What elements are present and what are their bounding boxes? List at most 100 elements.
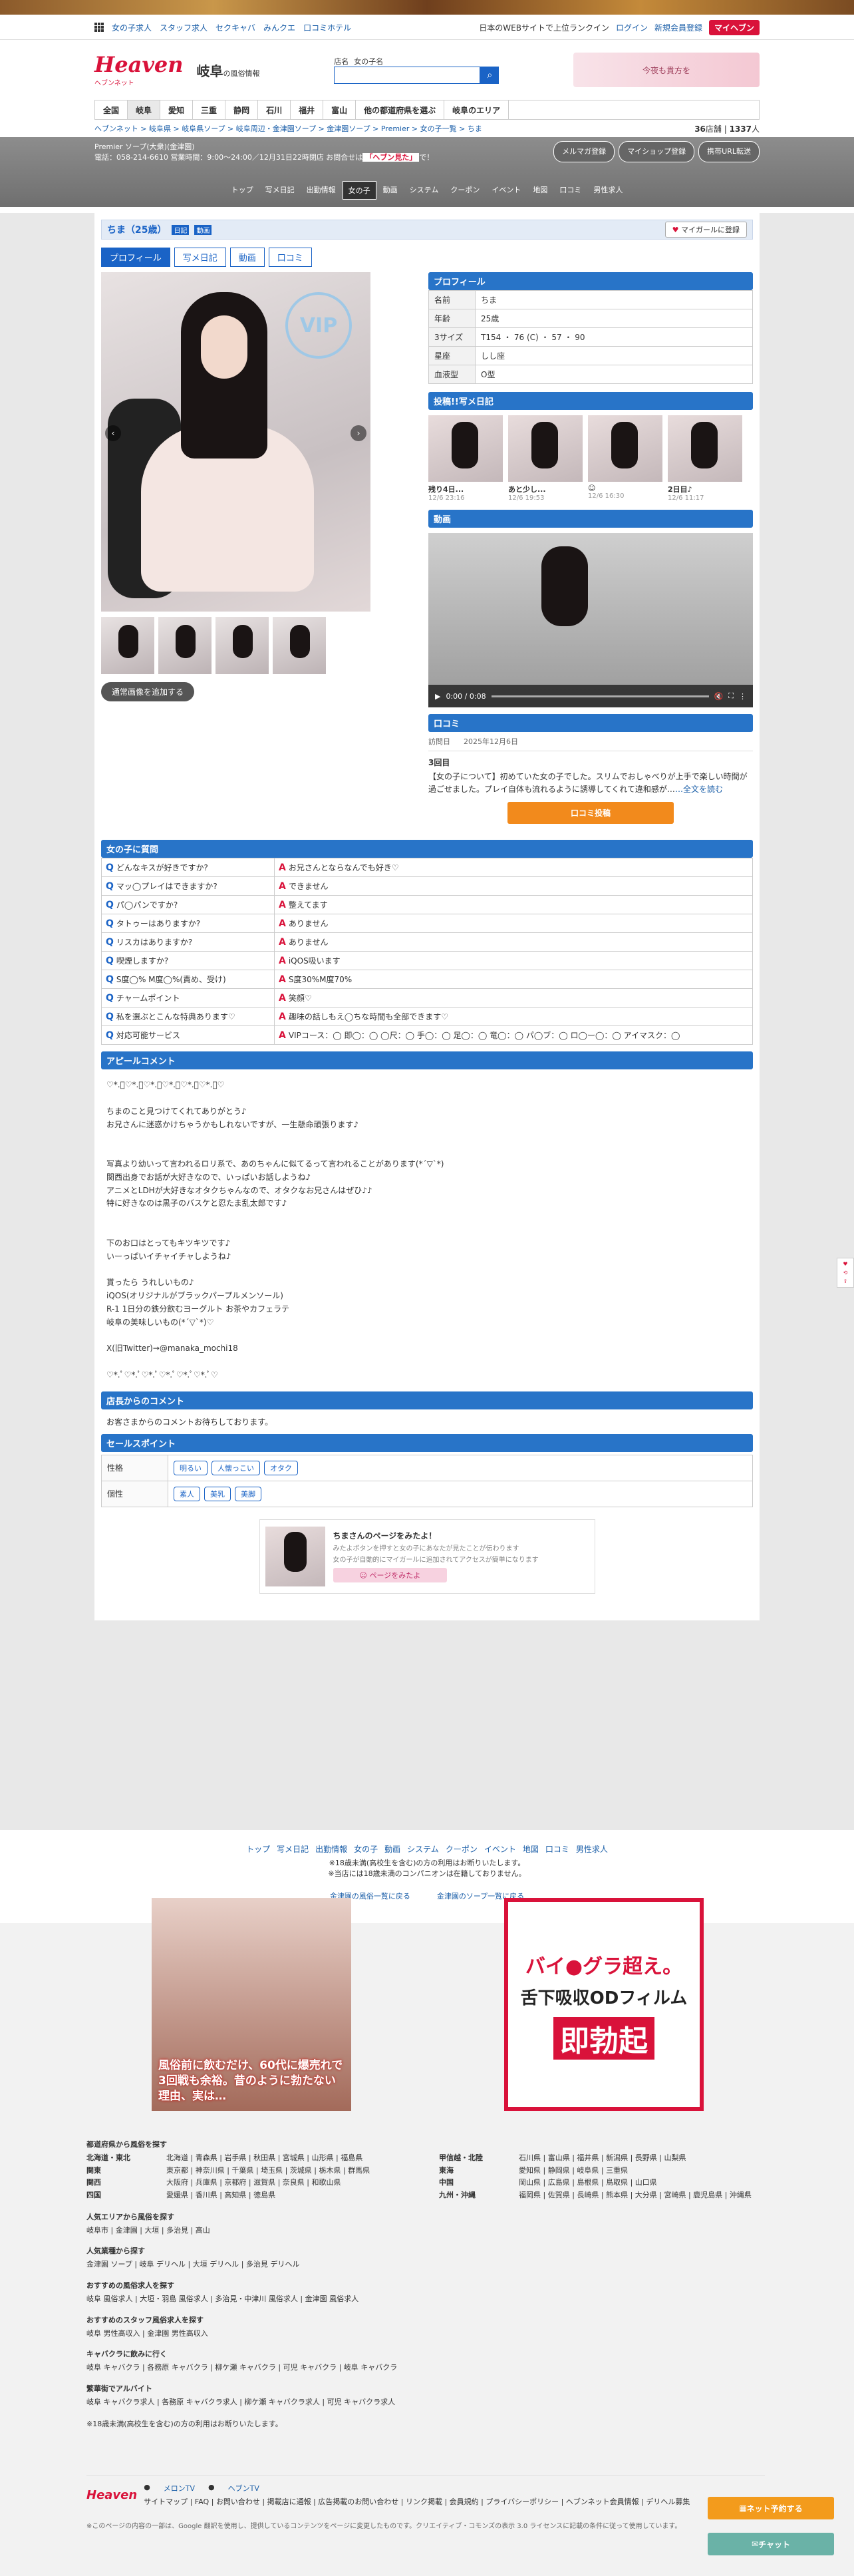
diary-item[interactable]: 残り4日... 12/6 23:16	[428, 415, 503, 502]
pref-tab[interactable]: 岐阜のエリア	[444, 100, 509, 119]
shop-nav-tab[interactable]: 口コミ	[554, 181, 587, 200]
region-links[interactable]: 石川県 | 富山県 | 福井県 | 新潟県 | 長野県 | 山梨県	[519, 2152, 686, 2165]
pref-tab[interactable]: 石川	[258, 100, 291, 119]
pref-tab[interactable]: 愛知	[160, 100, 194, 119]
footer-link[interactable]: クーポン	[446, 1843, 478, 1855]
topbar-link[interactable]: 女の子求人	[112, 22, 152, 33]
footer-link[interactable]: 男性求人	[576, 1843, 608, 1855]
header-ad-banner[interactable]: 今夜も貴方を	[573, 53, 760, 87]
shop-nav-tab[interactable]: 女の子	[342, 181, 376, 200]
pref-tab[interactable]: 福井	[291, 100, 324, 119]
shop-nav-tab[interactable]: 写メ日記	[260, 181, 300, 200]
sales-chip[interactable]: 美脚	[235, 1486, 261, 1501]
shop-nav-tab[interactable]: 動画	[378, 181, 403, 200]
next-arrow-icon[interactable]: ›	[351, 425, 366, 441]
more-icon[interactable]: ⋮	[739, 692, 746, 701]
topbar-link[interactable]: 口コミホテル	[303, 22, 351, 33]
footer-link[interactable]: 口コミ	[545, 1843, 569, 1855]
share-icon[interactable]: ⇪	[843, 1278, 848, 1284]
pref-tab[interactable]: 岐阜	[128, 100, 161, 119]
grid-menu-icon[interactable]	[94, 23, 104, 32]
topbar-link[interactable]: セクキャバ	[215, 22, 255, 33]
dir-links[interactable]: 岐阜 風俗求人 | 大垣・羽島 風俗求人 | 多治見・中津川 風俗求人 | 金津…	[86, 2293, 765, 2305]
footer-link[interactable]: システム	[407, 1843, 439, 1855]
footer-link[interactable]: 動画	[384, 1843, 400, 1855]
history-icon[interactable]: ⟲	[843, 1270, 848, 1276]
search-input[interactable]	[334, 67, 481, 84]
sales-chip[interactable]: 人懐っこい	[212, 1460, 260, 1475]
pref-tab[interactable]: 三重	[193, 100, 226, 119]
sales-chip[interactable]: 美乳	[204, 1486, 231, 1501]
breadcrumb-links[interactable]: ヘブンネット > 岐阜県 > 岐阜県ソープ > 岐阜周辺・金津園ソープ > 金津…	[94, 123, 482, 134]
sales-chip[interactable]: 明るい	[174, 1460, 208, 1475]
mitayo-button[interactable]: ☺ ページをみたよ	[333, 1568, 448, 1583]
site-logo[interactable]: Heaven	[94, 52, 184, 77]
video-player[interactable]: ▶ 0:00 / 0:08 🔇 ⛶ ⋮	[428, 533, 753, 707]
region-links[interactable]: 愛媛県 | 香川県 | 高知県 | 徳島県	[166, 2189, 275, 2202]
footer-link[interactable]: トップ	[246, 1843, 270, 1855]
region-links[interactable]: 北海道 | 青森県 | 岩手県 | 秋田県 | 宮城県 | 山形県 | 福島県	[166, 2152, 362, 2165]
pref-tab[interactable]: 静岡	[225, 100, 259, 119]
review-more-link[interactable]: …全文を読む	[675, 785, 723, 794]
add-photo-button[interactable]: 通常画像を追加する	[101, 682, 195, 701]
photo-thumb[interactable]	[273, 617, 326, 674]
side-float-tools[interactable]: ♥ ⟲ ⇪	[837, 1258, 854, 1288]
tv-link[interactable]: ヘブンTV	[228, 2483, 259, 2493]
mailmag-button[interactable]: メルマガ登録	[553, 141, 615, 162]
diary-item[interactable]: 2日目♪ 12/6 11:17	[668, 415, 742, 502]
topbar-link[interactable]: スタッフ求人	[160, 22, 208, 33]
tab-profile[interactable]: プロフィール	[101, 248, 170, 267]
myheaven-button[interactable]: マイヘブン	[708, 19, 760, 35]
tab-video[interactable]: 動画	[229, 248, 265, 267]
photo-thumb[interactable]	[215, 617, 269, 674]
search-icon[interactable]: ⌕	[480, 67, 499, 84]
pref-tab[interactable]: 全国	[95, 100, 128, 119]
shop-nav-tab[interactable]: システム	[404, 181, 444, 200]
ad-banner[interactable]: バイ●グラ超え。 舌下吸収ODフィルム 即勃起	[504, 1898, 704, 2111]
net-reserve-button[interactable]: ▦ ネット予約する	[708, 2497, 834, 2519]
chat-button[interactable]: ✉ チャット	[708, 2533, 834, 2555]
region-links[interactable]: 東京都 | 神奈川県 | 千葉県 | 埼玉県 | 茨城県 | 栃木県 | 群馬県	[166, 2165, 370, 2177]
tab-diary[interactable]: 写メ日記	[174, 248, 226, 267]
dir-links[interactable]: 岐阜 キャバクラ求人 | 各務原 キャバクラ求人 | 柳ケ瀬 キャバクラ求人 |…	[86, 2396, 765, 2408]
footer-link[interactable]: イベント	[484, 1843, 516, 1855]
shop-nav-tab[interactable]: 出勤情報	[301, 181, 341, 200]
shop-nav-tab[interactable]: イベント	[486, 181, 526, 200]
footer-links[interactable]: サイトマップ | FAQ | お問い合わせ | 掲載店に通報 | 広告掲載のお問…	[144, 2496, 690, 2507]
footer-link[interactable]: 地図	[523, 1843, 539, 1855]
sales-chip[interactable]: オタク	[264, 1460, 298, 1475]
diary-item[interactable]: ☺ 12/6 16:30	[588, 415, 662, 502]
post-review-button[interactable]: 口コミ投稿	[507, 802, 674, 825]
diary-item[interactable]: あと少し... 12/6 19:53	[508, 415, 583, 502]
region-links[interactable]: 愛知県 | 静岡県 | 岐阜県 | 三重県	[519, 2165, 628, 2177]
photo-thumb[interactable]	[158, 617, 212, 674]
topbar-link[interactable]: みんクエ	[263, 22, 295, 33]
top-banner-strip[interactable]	[0, 0, 854, 15]
mute-icon[interactable]: 🔇	[714, 692, 724, 701]
tab-review[interactable]: 口コミ	[268, 248, 312, 267]
dir-links[interactable]: 岐阜 キャバクラ | 各務原 キャバクラ | 柳ケ瀬 キャバクラ | 可児 キャ…	[86, 2362, 765, 2374]
register-link[interactable]: 新規会員登録	[654, 22, 702, 33]
ad-banner[interactable]: 風俗前に飲むだけ、60代に爆売れで3回戦も余裕。昔のように勃たない理由、実は…	[152, 1898, 351, 2111]
myshop-button[interactable]: マイショップ登録	[619, 141, 695, 162]
pref-tab[interactable]: 富山	[323, 100, 356, 119]
dir-links[interactable]: 金津園 ソープ | 岐阜 デリヘル | 大垣 デリヘル | 多治見 デリヘル	[86, 2259, 765, 2271]
photo-thumb[interactable]	[101, 617, 154, 674]
shop-nav-tab[interactable]: トップ	[226, 181, 259, 200]
sales-chip[interactable]: 素人	[174, 1486, 200, 1501]
region-links[interactable]: 福岡県 | 佐賀県 | 長崎県 | 熊本県 | 大分県 | 宮崎県 | 鹿児島県…	[519, 2189, 752, 2202]
region-links[interactable]: 大阪府 | 兵庫県 | 京都府 | 滋賀県 | 奈良県 | 和歌山県	[166, 2177, 341, 2189]
video-progress[interactable]	[491, 695, 709, 697]
shop-nav-tab[interactable]: 地図	[527, 181, 553, 200]
footer-logo[interactable]: Heaven	[86, 2488, 137, 2502]
shop-nav-tab[interactable]: 男性求人	[588, 181, 628, 200]
dir-links[interactable]: 岐阜市 | 金津園 | 大垣 | 多治見 | 高山	[86, 2225, 765, 2237]
footer-link[interactable]: 出勤情報	[315, 1843, 347, 1855]
login-link[interactable]: ログイン	[616, 22, 648, 33]
footer-link[interactable]: 女の子	[354, 1843, 378, 1855]
dir-links[interactable]: 岐阜 男性高収入 | 金津園 男性高収入	[86, 2328, 765, 2340]
region-links[interactable]: 岡山県 | 広島県 | 島根県 | 鳥取県 | 山口県	[519, 2177, 657, 2189]
footer-link[interactable]: 写メ日記	[277, 1843, 309, 1855]
mobile-url-button[interactable]: 携帯URL転送	[698, 141, 760, 162]
shop-nav-tab[interactable]: クーポン	[445, 181, 485, 200]
